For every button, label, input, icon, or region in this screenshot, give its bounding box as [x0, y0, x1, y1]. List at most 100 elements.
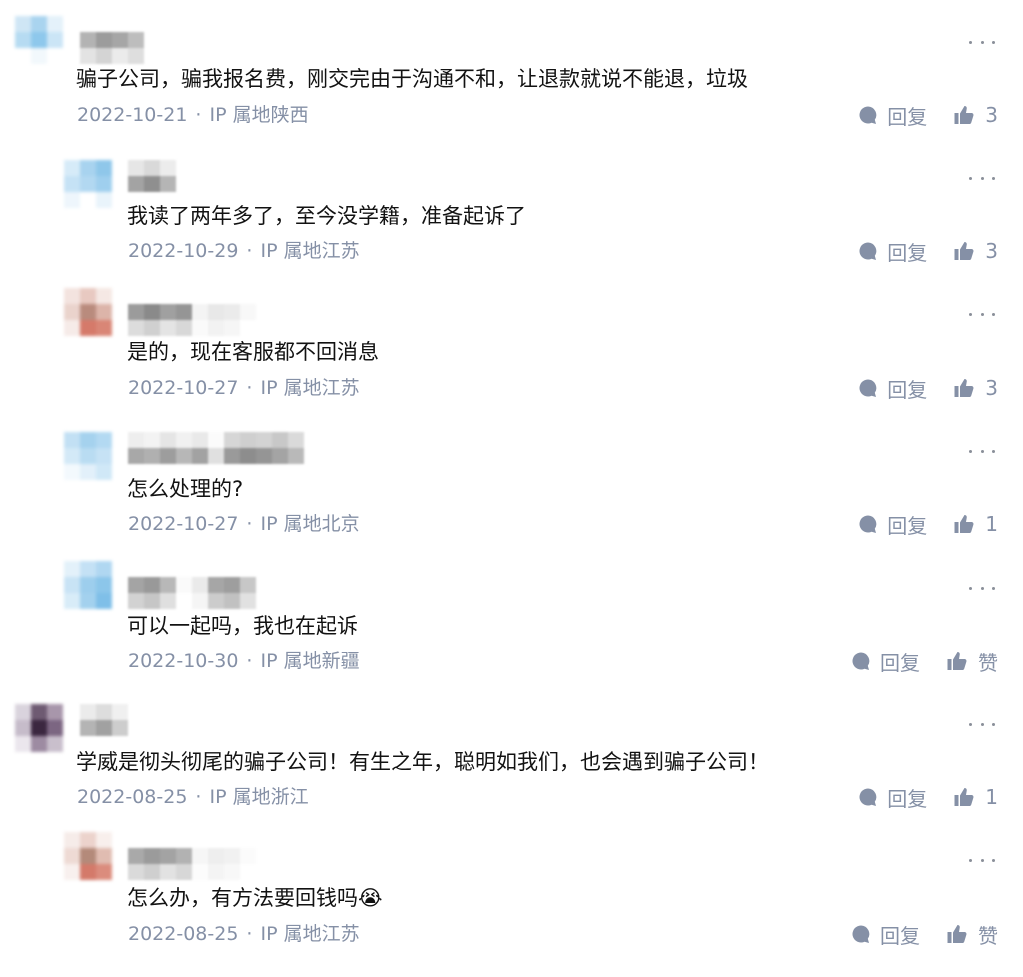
- comment-date: 2022-10-21: [77, 104, 188, 126]
- like-button[interactable]: 1: [953, 785, 998, 809]
- comment-actions: 回复 3: [857, 101, 998, 130]
- reply-button[interactable]: 回复: [857, 783, 927, 812]
- reply-button[interactable]: 回复: [850, 920, 920, 949]
- username-redacted[interactable]: [80, 32, 144, 64]
- reply-bubble-icon: [852, 925, 870, 943]
- meta-separator: ·: [246, 650, 253, 672]
- reply-label: 回复: [880, 923, 920, 948]
- more-dots-icon[interactable]: [969, 309, 995, 319]
- like-button[interactable]: 赞: [946, 647, 998, 676]
- comment-text: 怎么办，有方法要回钱吗😭: [127, 886, 383, 910]
- like-button[interactable]: 赞: [946, 920, 998, 949]
- comment-actions: 回复 赞: [850, 647, 998, 676]
- more-dots-icon[interactable]: [969, 855, 995, 865]
- reply-label: 回复: [880, 650, 920, 675]
- comment-actions: 回复 3: [857, 237, 998, 266]
- ip-location: IP 属地陕西: [209, 104, 309, 126]
- thumbs-up-icon: [947, 925, 967, 943]
- meta-separator: ·: [246, 923, 253, 945]
- comment-text: 可以一起吗，我也在起诉: [127, 614, 358, 638]
- comment-item: 骗子公司，骗我报名费，刚交完由于沟通不和，让退款就说不能退，垃圾 2022-10…: [0, 0, 1023, 136]
- avatar[interactable]: [64, 432, 112, 480]
- comment-actions: 回复 1: [857, 783, 998, 812]
- comment-meta: 2022-08-25 · IP 属地浙江: [77, 784, 309, 810]
- comment-text: 我读了两年多了，至今没学籍，准备起诉了: [127, 204, 526, 228]
- avatar[interactable]: [64, 288, 112, 336]
- comment-date: 2022-10-30: [128, 650, 239, 672]
- more-dots-icon[interactable]: [969, 173, 995, 183]
- reply-label: 回复: [887, 786, 928, 811]
- thumbs-up-icon: [954, 515, 974, 533]
- thumbs-up-icon: [947, 652, 967, 670]
- like-button[interactable]: 3: [953, 103, 998, 127]
- like-count: 3: [985, 239, 998, 263]
- ip-location: IP 属地江苏: [260, 377, 360, 399]
- thumbs-up-icon: [954, 788, 974, 806]
- username-redacted[interactable]: [128, 160, 176, 192]
- reply-button[interactable]: 回复: [850, 647, 920, 676]
- avatar[interactable]: [15, 16, 63, 64]
- avatar[interactable]: [64, 561, 112, 609]
- comment-actions: 回复 赞: [850, 920, 998, 949]
- reply-bubble-icon: [859, 106, 877, 124]
- username-redacted[interactable]: [128, 577, 256, 609]
- like-button[interactable]: 1: [953, 512, 998, 536]
- reply-bubble-icon: [852, 652, 870, 670]
- username-redacted[interactable]: [128, 432, 304, 464]
- comment-item: 学威是彻头彻尾的骗子公司！有生之年，聪明如我们，也会遇到骗子公司！ 2022-0…: [0, 681, 1023, 818]
- like-count: 3: [985, 376, 998, 400]
- reply-label: 回复: [887, 104, 928, 129]
- comment-date: 2022-08-25: [77, 786, 188, 808]
- avatar[interactable]: [15, 704, 63, 752]
- like-count: 1: [985, 785, 998, 809]
- more-dots-icon[interactable]: [969, 446, 995, 456]
- meta-separator: ·: [246, 513, 253, 535]
- reply-item: 怎么处理的? 2022-10-27 · IP 属地北京 回复 1: [0, 408, 1023, 545]
- thumbs-up-icon: [954, 242, 974, 260]
- reply-button[interactable]: 回复: [857, 237, 927, 266]
- comment-meta: 2022-10-30 · IP 属地新疆: [128, 648, 360, 674]
- meta-separator: ·: [246, 377, 253, 399]
- username-redacted[interactable]: [128, 304, 256, 336]
- comment-text: 学威是彻头彻尾的骗子公司！有生之年，聪明如我们，也会遇到骗子公司！: [76, 750, 769, 774]
- reply-item: 是的，现在客服都不回消息 2022-10-27 · IP 属地江苏 回复 3: [0, 272, 1023, 408]
- reply-bubble-icon: [859, 379, 877, 397]
- comment-meta: 2022-10-21 · IP 属地陕西: [77, 102, 309, 128]
- avatar[interactable]: [64, 832, 112, 880]
- comment-meta: 2022-10-27 · IP 属地北京: [128, 511, 360, 537]
- reply-bubble-icon: [859, 242, 877, 260]
- more-dots-icon[interactable]: [969, 583, 995, 593]
- ip-location: IP 属地浙江: [209, 786, 309, 808]
- ip-location: IP 属地新疆: [260, 650, 360, 672]
- reply-item: 怎么办，有方法要回钱吗😭 2022-08-25 · IP 属地江苏 回复 赞: [0, 818, 1023, 977]
- more-dots-icon[interactable]: [969, 719, 995, 729]
- reply-button[interactable]: 回复: [857, 510, 927, 539]
- comment-date: 2022-08-25: [128, 923, 239, 945]
- like-button[interactable]: 3: [953, 376, 998, 400]
- ip-location: IP 属地江苏: [260, 923, 360, 945]
- more-dots-icon[interactable]: [969, 37, 995, 47]
- meta-separator: ·: [195, 104, 202, 126]
- comment-text: 是的，现在客服都不回消息: [127, 340, 379, 364]
- username-redacted[interactable]: [128, 848, 256, 880]
- like-count: 赞: [978, 923, 998, 948]
- reply-label: 回复: [887, 240, 928, 265]
- comment-meta: 2022-10-27 · IP 属地江苏: [128, 375, 360, 401]
- comment-date: 2022-10-27: [128, 513, 239, 535]
- comment-date: 2022-10-29: [128, 240, 239, 262]
- like-button[interactable]: 3: [953, 239, 998, 263]
- comment-date: 2022-10-27: [128, 377, 239, 399]
- comment-actions: 回复 3: [857, 374, 998, 403]
- meta-separator: ·: [195, 786, 202, 808]
- thumbs-up-icon: [954, 379, 974, 397]
- reply-button[interactable]: 回复: [857, 101, 927, 130]
- avatar[interactable]: [64, 160, 112, 208]
- reply-bubble-icon: [859, 515, 877, 533]
- reply-item: 我读了两年多了，至今没学籍，准备起诉了 2022-10-29 · IP 属地江苏 回…: [0, 136, 1023, 272]
- comment-actions: 回复 1: [857, 510, 998, 539]
- like-count: 赞: [978, 650, 998, 675]
- comment-meta: 2022-08-25 · IP 属地江苏: [128, 921, 360, 947]
- reply-item: 可以一起吗，我也在起诉 2022-10-30 · IP 属地新疆 回复 赞: [0, 545, 1023, 681]
- reply-button[interactable]: 回复: [857, 374, 927, 403]
- username-redacted[interactable]: [80, 704, 128, 736]
